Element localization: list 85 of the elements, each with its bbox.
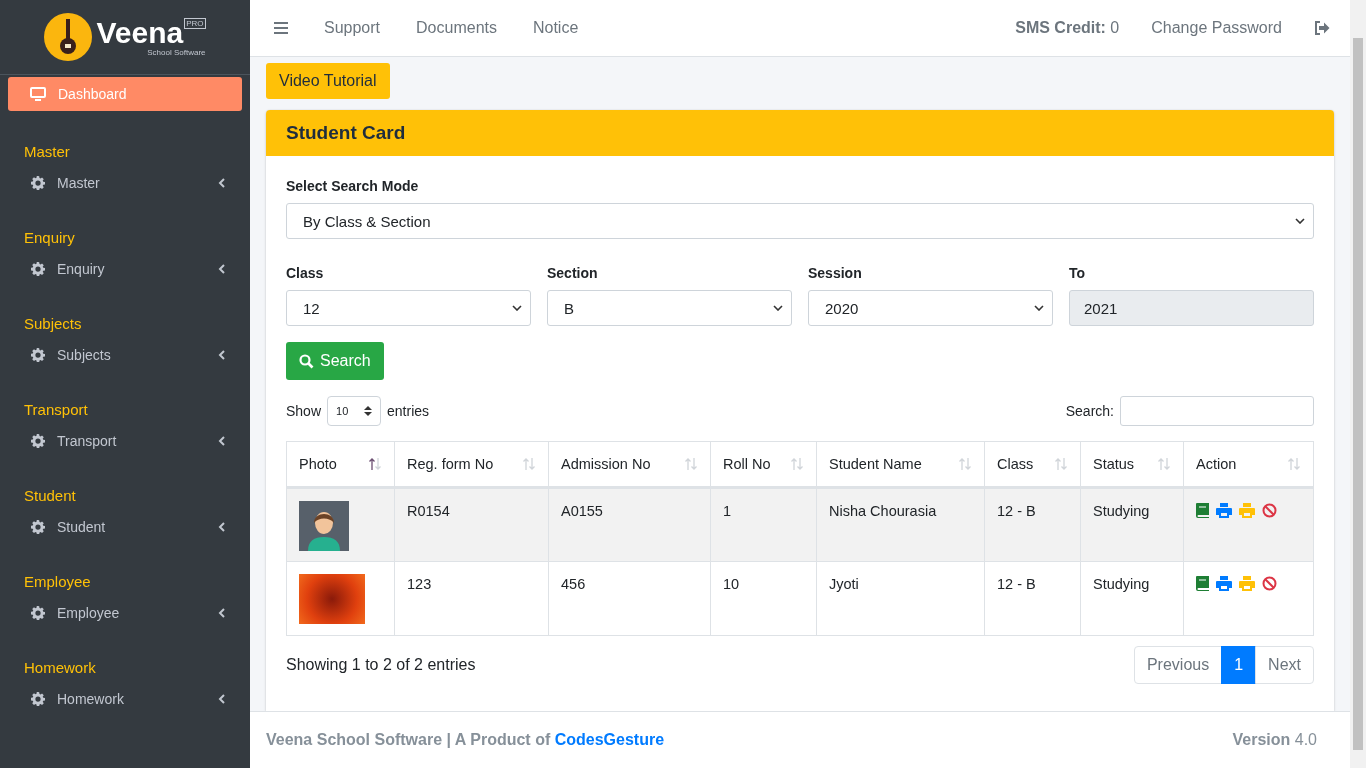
sidebar-heading: Enquiry [24, 229, 76, 248]
select-field[interactable]: 2020 [808, 290, 1053, 326]
search-field[interactable] [1120, 396, 1314, 426]
gear-icon [31, 176, 45, 190]
video-tutorial-button[interactable]: Video Tutorial [266, 63, 390, 99]
field-label: To [1069, 265, 1087, 281]
select-field[interactable]: B [547, 290, 792, 326]
gear-icon [31, 606, 45, 620]
footer-link[interactable]: CodesGesture [554, 731, 665, 748]
ban-icon[interactable] [1262, 503, 1277, 518]
select-field[interactable]: By Class & Section [286, 203, 1314, 239]
field-label: Section [547, 265, 599, 281]
show-label: Show [286, 403, 322, 419]
book-icon[interactable] [1196, 576, 1209, 591]
sidebar-item[interactable]: Employee [24, 599, 250, 627]
caret-icon [773, 305, 783, 311]
sidebar-heading: Subjects [24, 315, 83, 334]
input-field: 2021 [1069, 290, 1314, 326]
nav-link[interactable]: Support [324, 19, 381, 37]
table-cell: 10 [710, 561, 817, 636]
logo-icon [44, 13, 93, 61]
table-cell: 12 - B [984, 487, 1081, 562]
ban-icon[interactable] [1262, 576, 1277, 591]
caret-icon [1295, 218, 1305, 224]
table-cell: 12 - B [984, 561, 1081, 636]
field-label: Class [286, 265, 325, 281]
search-label: Search: [1065, 403, 1114, 419]
caret-icon [512, 305, 522, 311]
entries-label: entries [387, 403, 430, 419]
table-cell: Studying [1080, 561, 1184, 636]
photo-placeholder [299, 574, 365, 624]
gear-icon [31, 520, 45, 534]
table-cell: 1 [710, 487, 817, 562]
gear-icon [31, 434, 45, 448]
sidebar-heading: Employee [24, 573, 92, 592]
caret-icon [1034, 305, 1044, 311]
footer-text: Veena School Software | A Product of [266, 731, 551, 748]
logo-badge: PRO [184, 17, 206, 29]
sidebar-item[interactable]: Transport [24, 427, 250, 455]
table-info: Showing 1 to 2 of 2 entries [286, 656, 476, 674]
gear-icon [31, 348, 45, 362]
printer-icon[interactable] [1216, 503, 1232, 518]
sidebar-item[interactable]: Student [24, 513, 250, 541]
sidebar-item[interactable]: Master [24, 169, 250, 197]
gear-icon [31, 262, 45, 276]
select-field[interactable]: 12 [286, 290, 531, 326]
sidebar-item[interactable]: Subjects [24, 341, 250, 369]
sidebar-heading: Transport [24, 401, 89, 420]
nav-link[interactable]: Documents [416, 19, 497, 37]
pagination-button[interactable]: 1 [1221, 646, 1257, 684]
sidebar-heading: Homework [24, 659, 97, 678]
menu-icon[interactable] [274, 22, 288, 34]
book-icon[interactable] [1196, 503, 1209, 518]
version-text: Version 4.0 [1232, 731, 1317, 749]
card-title: Student Card [286, 122, 406, 144]
sms-credit: SMS Credit: 0 [1015, 19, 1120, 37]
sidebar-item[interactable]: Homework [24, 685, 250, 713]
table-cell: 456 [548, 561, 711, 636]
logo-name: Veena [96, 17, 184, 48]
sidebar-heading: Student [24, 487, 77, 506]
logout-icon[interactable] [1314, 21, 1330, 35]
avatar-photo [299, 501, 349, 551]
search-icon [299, 353, 314, 369]
table-cell: R0154 [394, 487, 549, 562]
entries-select[interactable]: 10 [327, 396, 382, 426]
table-cell: Nisha Chourasia [816, 487, 985, 562]
nav-link[interactable]: Notice [532, 19, 579, 37]
logo-tagline: School Software [146, 47, 206, 57]
sidebar-item[interactable]: Enquiry [24, 255, 250, 283]
gear-icon [31, 692, 45, 706]
scrollbar-thumb[interactable] [1353, 38, 1363, 750]
printer-icon[interactable] [1239, 576, 1255, 591]
monitor-icon [30, 87, 46, 101]
pagination-button[interactable]: Next [1255, 646, 1314, 684]
table-cell: A0155 [548, 487, 711, 562]
change-password-link[interactable]: Change Password [1151, 19, 1282, 37]
table-cell: 123 [394, 561, 549, 636]
field-label: Select Search Mode [286, 178, 420, 194]
table-cell: Jyoti [816, 561, 985, 636]
spinner-icon [364, 405, 373, 417]
printer-icon[interactable] [1216, 576, 1232, 591]
field-label: Session [808, 265, 863, 281]
sort-icon[interactable] [368, 457, 382, 471]
sidebar-heading: Master [24, 143, 71, 162]
table-cell: Studying [1080, 487, 1184, 562]
